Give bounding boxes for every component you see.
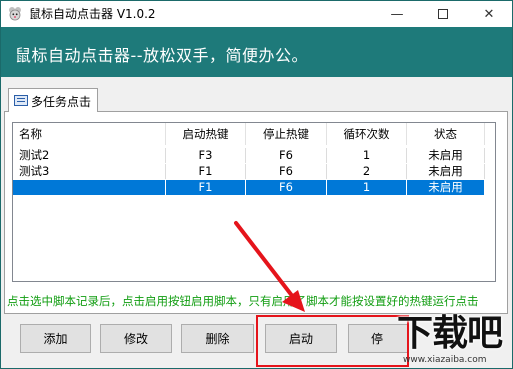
watermark-logo: 下载吧 www.xiazaiba.com xyxy=(397,313,512,368)
watermark-brand: 下载吧 xyxy=(397,313,503,354)
app-window: 鼠标自动点击器 V1.0.2 — ✕ 鼠标自动点击器--放松双手，简便办公。 多… xyxy=(0,0,513,369)
tab-label: 多任务点击 xyxy=(31,95,92,109)
list-icon xyxy=(14,95,28,106)
tab-multi-task-click[interactable]: 多任务点击 xyxy=(8,88,98,112)
watermark-url: www.xiazaiba.com xyxy=(403,355,487,365)
